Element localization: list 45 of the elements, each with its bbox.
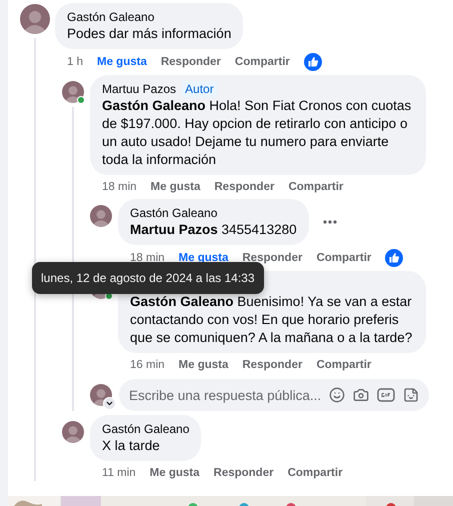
chevron-icon[interactable]: [103, 397, 116, 410]
reply-link[interactable]: Responder: [214, 467, 274, 479]
like-icon: [385, 249, 404, 267]
comment-time[interactable]: 16 min: [130, 359, 165, 371]
author-name[interactable]: Martuu Pazos: [102, 81, 176, 97]
comment-time[interactable]: 18 min: [102, 181, 137, 193]
sticker-icon[interactable]: [403, 387, 420, 403]
reply-link[interactable]: Responder: [160, 56, 221, 68]
share-link[interactable]: Compartir: [316, 252, 372, 264]
avatar: [62, 81, 84, 103]
avatar: [90, 384, 112, 406]
author-name[interactable]: Gastón Galeano: [67, 9, 154, 25]
like-icon: [304, 53, 322, 71]
camera-icon[interactable]: [353, 387, 370, 403]
reply-link[interactable]: Responder: [242, 252, 302, 264]
comment-time[interactable]: 18 min: [130, 252, 165, 264]
share-link[interactable]: Compartir: [288, 467, 343, 479]
avatar: [62, 421, 84, 443]
comment-text: Podes dar más información: [67, 25, 232, 43]
reply-link[interactable]: Responder: [214, 181, 274, 193]
author-name[interactable]: Gastón Galeano: [130, 205, 218, 221]
comment-text: Gastón Galeano Hola! Son Fiat Cronos con cuotas de $197.000. Hay opcion de retirarlo con anticipo o un auto usado! Dejame tu numero para enviarte toda la información: [102, 97, 412, 169]
author-name[interactable]: Gastón Galeano: [102, 421, 190, 437]
comment-text: Martuu Pazos 3455413280: [130, 221, 297, 239]
date-tooltip: lunes, 12 de agosto de 2024 a las 14:33: [32, 262, 264, 294]
like-link[interactable]: Me gusta: [97, 56, 147, 68]
reply-link[interactable]: Responder: [242, 359, 302, 371]
comment-time[interactable]: 11 min: [102, 467, 136, 479]
comment-text: X la tarde: [102, 437, 161, 455]
share-link[interactable]: Compartir: [316, 359, 372, 371]
more-options-icon[interactable]: [322, 220, 337, 224]
gif-icon[interactable]: [377, 387, 396, 403]
author-badge: Autor: [182, 81, 217, 97]
avatar: [20, 4, 50, 34]
like-link[interactable]: Me gusta: [178, 252, 228, 264]
comment-text: Gastón Galeano Buenisimo! Ya se van a estar contactando con vos! En que horario preferis que se comuniquen? A la mañana o a la tarde?: [130, 293, 414, 347]
share-link[interactable]: Compartir: [234, 56, 290, 68]
emoji-icon[interactable]: [329, 387, 346, 403]
like-link[interactable]: Me gusta: [150, 467, 200, 479]
comment-time[interactable]: 1 h: [67, 56, 83, 68]
like-link[interactable]: Me gusta: [150, 181, 200, 193]
like-link[interactable]: Me gusta: [178, 359, 228, 371]
avatar: [90, 205, 112, 227]
share-link[interactable]: Compartir: [288, 181, 344, 193]
reply-field[interactable]: Escribe una respuesta pública...: [119, 379, 430, 411]
